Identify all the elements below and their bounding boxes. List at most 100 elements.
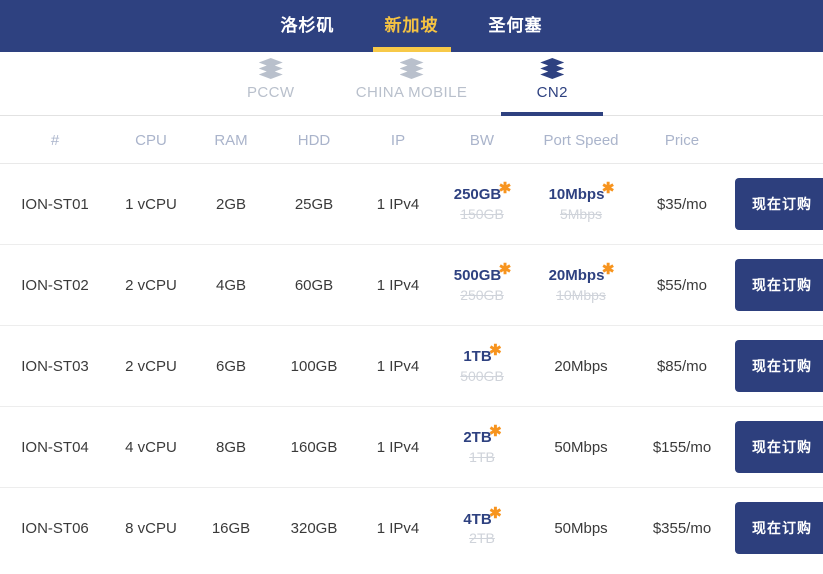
plan-table-header: # CPU RAM HDD IP BW Port Speed Price xyxy=(0,116,823,164)
column-header-8 xyxy=(728,116,823,164)
layers-stack-icon xyxy=(399,58,424,80)
ip-value: 1 IPv4 xyxy=(376,519,420,537)
table-row: ION-ST01 1 vCPU 2GB 25GB 1 IPv4 250GB ✱ 150GB 10… xyxy=(0,163,823,245)
price-value: $35/mo xyxy=(636,163,728,245)
ram-value: 6GB xyxy=(192,325,270,407)
promo-star-icon: ✱ xyxy=(489,342,502,360)
port-old-value: 10Mbps xyxy=(556,286,606,303)
line-tab-0[interactable]: PCCW xyxy=(212,52,330,115)
order-cell: 现在订购 xyxy=(728,325,823,407)
table-row: ION-ST04 4 vCPU 8GB 160GB 1 IPv4 2TB ✱ 1TB 50Mbp… xyxy=(0,406,823,488)
port-upgrade: 20Mbps ✱ 10Mbps xyxy=(526,262,636,303)
ip-value: 1 IPv4 xyxy=(358,244,438,326)
bw-value: 250GB ✱ 150GB xyxy=(438,163,526,245)
bw-value: 500GB ✱ 250GB xyxy=(438,244,526,326)
price-value: $55/mo xyxy=(636,244,728,326)
cpu-value: 1 vCPU xyxy=(110,163,192,245)
order-cell: 现在订购 xyxy=(728,406,823,488)
cpu-value: 2 vCPU xyxy=(110,325,192,407)
bw-old-value: 500GB xyxy=(460,367,504,384)
bw-new-value: 500GB ✱ xyxy=(454,262,512,284)
cpu-value: 8 vCPU xyxy=(125,519,177,537)
column-header-2: RAM xyxy=(192,116,270,164)
port-speed-plain: 50Mbps xyxy=(554,438,608,456)
port-speed-value: 20Mbps ✱ 10Mbps xyxy=(526,244,636,326)
port-new-text: 20Mbps xyxy=(548,267,605,285)
line-tab-1[interactable]: CHINA MOBILE xyxy=(330,52,494,115)
table-row: ION-ST06 8 vCPU 16GB 320GB 1 IPv4 4TB ✱ 2TB 50Mb… xyxy=(0,488,823,569)
order-now-button[interactable]: 现在订购 xyxy=(735,502,823,555)
region-tab-2[interactable]: 圣何塞 xyxy=(481,0,551,52)
table-header-row: # CPU RAM HDD IP BW Port Speed Price xyxy=(0,116,823,164)
bw-new-text: 250GB xyxy=(453,186,502,204)
column-header-6: Port Speed xyxy=(526,116,636,164)
bw-new-text: 4TB xyxy=(463,510,492,528)
bw-upgrade: 250GB ✱ 150GB xyxy=(438,181,526,222)
bw-value: 1TB ✱ 500GB xyxy=(438,325,526,407)
region-tab-0[interactable]: 洛杉矶 xyxy=(273,0,343,52)
bw-value: 2TB ✱ 1TB xyxy=(438,406,526,488)
table-row: ION-ST02 2 vCPU 4GB 60GB 1 IPv4 500GB ✱ 250GB 20… xyxy=(0,244,823,326)
region-nav: 洛杉矶 新加坡 圣何塞 xyxy=(0,0,823,52)
bw-new-text: 2TB xyxy=(463,429,492,447)
price-value: $85/mo xyxy=(636,325,728,407)
table-row: ION-ST03 2 vCPU 6GB 100GB 1 IPv4 1TB ✱ 500GB 20M… xyxy=(0,325,823,407)
plan-id: ION-ST06 xyxy=(21,519,89,537)
column-header-4: IP xyxy=(358,116,438,164)
port-new-text: 10Mbps xyxy=(548,186,605,204)
port-speed-value: 20Mbps xyxy=(526,325,636,407)
promo-star-icon: ✱ xyxy=(498,261,512,279)
plan-id: ION-ST02 xyxy=(0,244,110,326)
order-now-button[interactable]: 现在订购 xyxy=(735,178,823,230)
plan-table: # CPU RAM HDD IP BW Port Speed Price ION-ST01 1 … xyxy=(0,116,823,569)
bw-new-value: 4TB ✱ xyxy=(463,506,501,528)
order-now-button[interactable]: 现在订购 xyxy=(735,340,823,392)
promo-star-icon: ✱ xyxy=(489,504,502,522)
bw-new-value: 1TB ✱ xyxy=(463,343,501,365)
plan-id: ION-ST01 xyxy=(0,163,110,245)
port-new-value: 10Mbps ✱ xyxy=(548,181,615,204)
bw-value: 4TB ✱ 2TB xyxy=(438,488,526,569)
plan-table-body: ION-ST01 1 vCPU 2GB 25GB 1 IPv4 250GB ✱ 150GB 10… xyxy=(0,163,823,569)
promo-star-icon: ✱ xyxy=(601,261,615,279)
ram-value: 4GB xyxy=(192,244,270,326)
order-now-button[interactable]: 现在订购 xyxy=(735,259,823,311)
column-header-5: BW xyxy=(438,116,526,164)
promo-star-icon: ✱ xyxy=(498,180,512,198)
port-old-value: 5Mbps xyxy=(559,205,603,222)
line-tab-2[interactable]: CN2 xyxy=(493,52,611,116)
port-speed-plain: 20Mbps xyxy=(554,357,608,375)
ram-value: 2GB xyxy=(192,163,270,245)
hdd-value: 160GB xyxy=(270,406,358,488)
layers-stack-icon xyxy=(258,58,283,80)
region-tab-1[interactable]: 新加坡 xyxy=(372,0,451,52)
hdd-value: 100GB xyxy=(270,325,358,407)
column-header-0: # xyxy=(0,116,110,164)
line-tab-label: CHINA MOBILE xyxy=(355,84,468,101)
promo-star-icon: ✱ xyxy=(489,423,502,441)
port-speed-value: 10Mbps ✱ 5Mbps xyxy=(526,163,636,245)
hdd-value: 60GB xyxy=(270,244,358,326)
ip-value: 1 IPv4 xyxy=(358,163,438,245)
bw-upgrade: 4TB ✱ 2TB xyxy=(438,506,526,546)
column-header-7: Price xyxy=(636,116,728,164)
port-speed-value: 50Mbps xyxy=(526,488,636,569)
bw-upgrade: 500GB ✱ 250GB xyxy=(438,262,526,302)
bw-old-value: 150GB xyxy=(460,205,504,222)
layers-stack-icon xyxy=(540,58,565,80)
hdd-value: 25GB xyxy=(270,163,358,245)
column-header-1: CPU xyxy=(110,116,192,164)
bw-new-value: 250GB ✱ xyxy=(453,181,512,204)
plan-id: ION-ST04 xyxy=(0,406,110,488)
bw-new-value: 2TB ✱ xyxy=(463,424,501,447)
price-value: $355/mo xyxy=(652,519,712,537)
order-cell: 现在订购 xyxy=(728,163,823,245)
cpu-value: 4 vCPU xyxy=(110,406,192,488)
ram-value: 8GB xyxy=(192,406,270,488)
order-now-button[interactable]: 现在订购 xyxy=(735,421,823,473)
promo-star-icon: ✱ xyxy=(601,180,615,198)
port-upgrade: 10Mbps ✱ 5Mbps xyxy=(526,181,636,222)
cpu-value: 2 vCPU xyxy=(110,244,192,326)
port-speed-plain: 50Mbps xyxy=(554,519,608,537)
line-nav: PCCW CHINA MOBILE CN2 xyxy=(0,52,823,116)
